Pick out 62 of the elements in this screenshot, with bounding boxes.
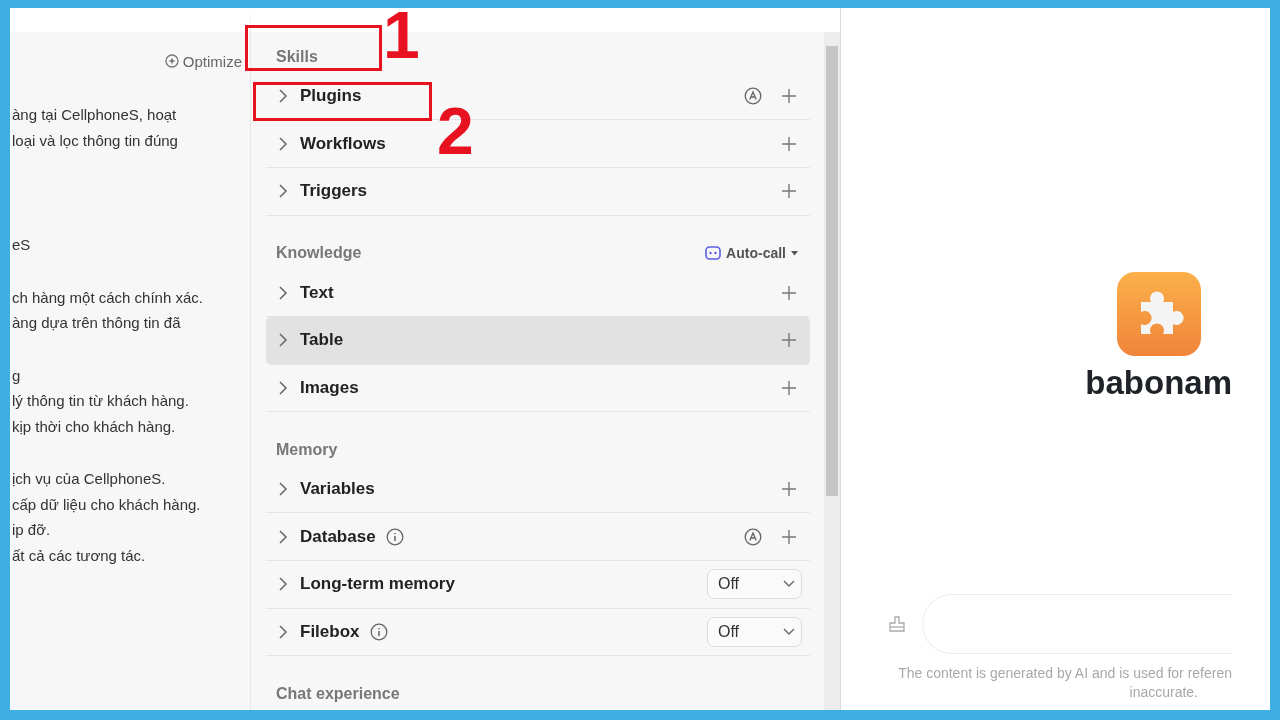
prompt-text-line: g [11, 365, 22, 386]
prompt-text-line: lý thông tin từ khách hàng. [11, 391, 190, 411]
section-title: Skills [276, 47, 318, 66]
annotation-number: 1 [383, 8, 420, 68]
plus-icon[interactable] [782, 89, 796, 104]
prompt-text-line: àng dựa trên thông tin đã [11, 313, 182, 333]
row-label: Images [300, 377, 359, 398]
section-title: Knowledge [276, 244, 362, 263]
chevron-right-icon[interactable] [278, 135, 288, 152]
row-label: Workflows [300, 133, 386, 154]
prompt-text-line: ip đỡ. [11, 520, 52, 540]
prompt-text-line: eS [11, 235, 32, 255]
info-icon[interactable] [369, 623, 388, 641]
info-icon[interactable] [385, 527, 404, 546]
section-title: Chat experience [276, 685, 400, 704]
chevron-right-icon[interactable] [278, 183, 288, 200]
select-dropdown[interactable]: Off [707, 617, 802, 647]
row-label: Filebox [300, 622, 360, 642]
optimize-button[interactable]: Optimize [164, 50, 242, 72]
chevron-right-icon[interactable] [278, 624, 288, 640]
highlighted-row[interactable]: Table [266, 316, 810, 365]
row-label: Long-term memory [300, 574, 455, 595]
bot-name: babonam [1085, 364, 1232, 402]
sparkle-icon [164, 54, 179, 68]
row-label: Triggers [300, 181, 368, 202]
plus-icon[interactable] [782, 184, 796, 199]
scrollbar[interactable] [824, 32, 840, 710]
chevron-right-icon[interactable] [278, 481, 288, 498]
row-label: Text [300, 282, 334, 303]
prompt-text-line: kịp thời cho khách hàng. [11, 416, 177, 437]
row-label: Variables [300, 479, 375, 500]
section-title: Memory [276, 441, 338, 459]
annotation-number: 2 [437, 98, 474, 164]
prompt-text-line: ch hàng một cách chính xác. [11, 287, 204, 308]
select-dropdown[interactable]: Off [707, 569, 802, 600]
prompt-text-line: cấp dữ liệu cho khách hàng. [11, 494, 202, 515]
plus-icon[interactable] [782, 285, 796, 300]
chevron-down-icon [783, 580, 795, 589]
chevron-right-icon[interactable] [278, 576, 288, 593]
prompt-text-line: ịch vụ của CellphoneS. [11, 469, 167, 489]
plus-icon[interactable] [782, 529, 796, 544]
auto-call-dropdown[interactable]: Auto-call [705, 245, 798, 262]
prompt-text-line: àng tại CellphoneS, hoạt [11, 105, 178, 125]
prompt-text-line: ất cả các tương tác. [11, 545, 147, 566]
chevron-right-icon[interactable] [278, 379, 288, 396]
plus-icon[interactable] [782, 136, 796, 151]
plus-icon[interactable] [782, 380, 796, 395]
prompt-text-line: loại và lọc thông tin đúng [11, 130, 179, 151]
robot-icon [705, 246, 722, 261]
row-label: Table [300, 330, 344, 351]
puzzle-icon [1116, 272, 1201, 356]
chevron-down-icon [783, 628, 795, 636]
row-label: Database [300, 526, 376, 547]
plus-icon[interactable] [782, 333, 796, 348]
chevron-right-icon[interactable] [278, 332, 288, 349]
chevron-right-icon[interactable] [278, 88, 288, 105]
plus-icon[interactable] [782, 482, 796, 497]
chevron-right-icon[interactable] [278, 284, 288, 301]
row-label: Plugins [300, 86, 362, 107]
chevron-right-icon[interactable] [278, 528, 288, 545]
caret-icon [791, 250, 798, 256]
disclaimer-text: The content is generated by AI and is used for referen inaccurate. [897, 664, 1232, 702]
